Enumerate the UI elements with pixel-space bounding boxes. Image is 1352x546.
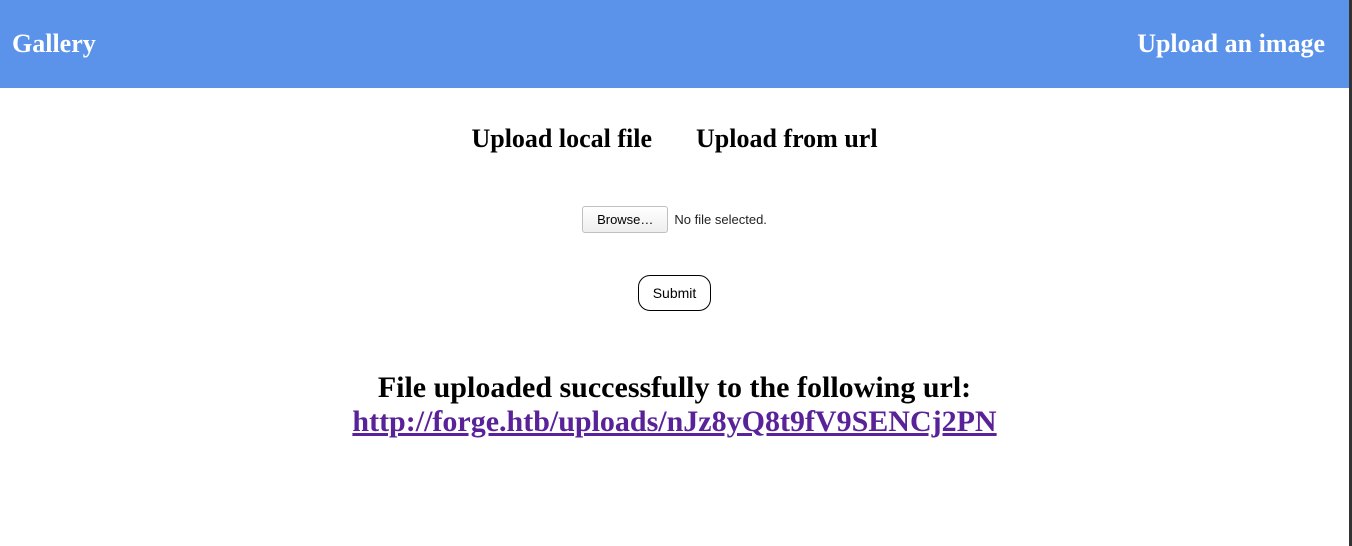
submit-section: Submit — [0, 275, 1349, 311]
browse-button[interactable]: Browse… — [582, 206, 668, 233]
result-message: File uploaded successfully to the follow… — [0, 371, 1349, 405]
submit-button[interactable]: Submit — [638, 275, 712, 311]
upload-result: File uploaded successfully to the follow… — [0, 371, 1349, 439]
file-input-section: Browse… No file selected. — [0, 206, 1349, 233]
header: Gallery Upload an image — [0, 0, 1349, 88]
tab-upload-url[interactable]: Upload from url — [696, 124, 878, 154]
gallery-link[interactable]: Gallery — [12, 29, 96, 59]
file-selected-label: No file selected. — [674, 212, 767, 227]
upload-link[interactable]: Upload an image — [1137, 29, 1337, 59]
tab-upload-local[interactable]: Upload local file — [471, 124, 652, 154]
upload-tabs: Upload local file Upload from url — [0, 124, 1349, 154]
result-url-link[interactable]: http://forge.htb/uploads/nJz8yQ8t9fV9SEN… — [352, 405, 996, 438]
